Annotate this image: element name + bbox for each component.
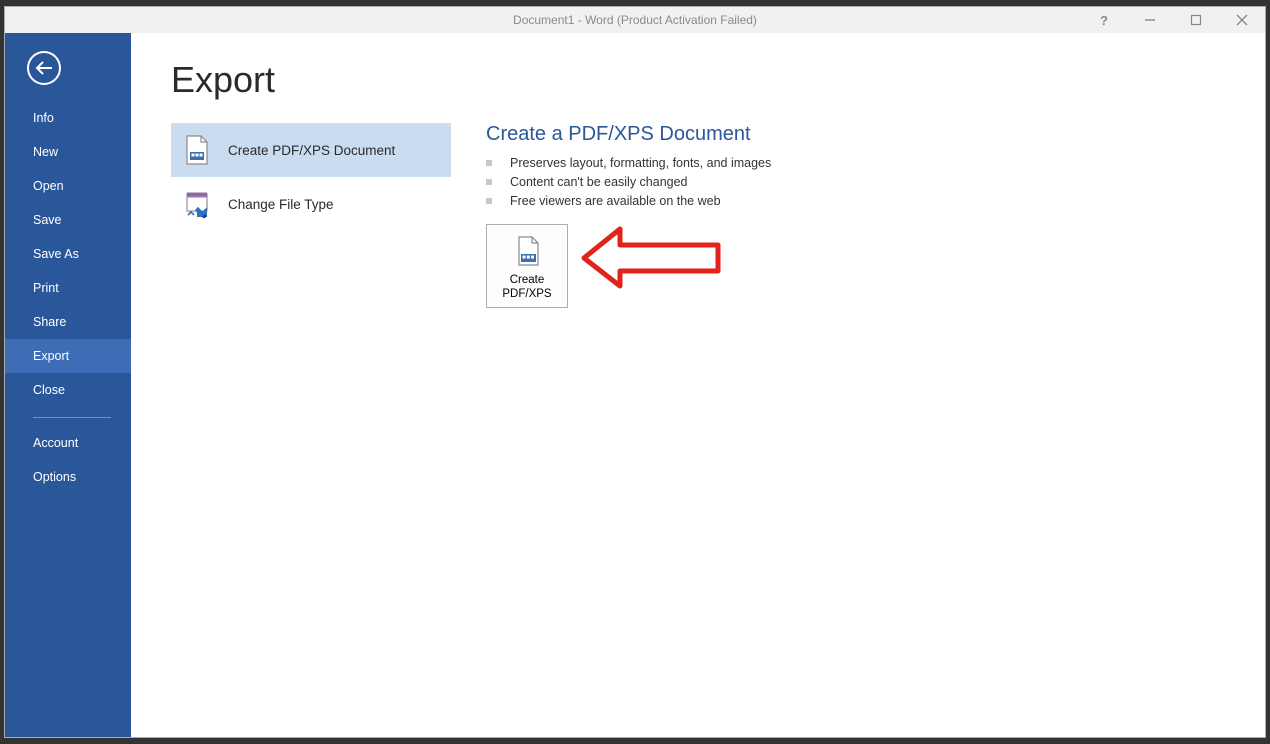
bullet-item: Content can't be easily changed (486, 175, 771, 189)
create-button-line1: Create (510, 273, 545, 287)
nav-separator (33, 417, 111, 418)
pdf-document-icon (181, 134, 213, 166)
window-controls: ? (1081, 7, 1265, 33)
window-title: Document1 - Word (Product Activation Fai… (5, 13, 1265, 27)
bullet-text: Preserves layout, formatting, fonts, and… (510, 156, 771, 170)
option-change-file-type[interactable]: Change File Type (171, 177, 451, 231)
export-options-list: Create PDF/XPS Document (171, 123, 451, 308)
minimize-button[interactable] (1127, 7, 1173, 33)
bullet-icon (486, 198, 492, 204)
nav-open[interactable]: Open (5, 169, 131, 203)
word-backstage-window: Document1 - Word (Product Activation Fai… (4, 6, 1266, 738)
nav-info[interactable]: Info (5, 101, 131, 135)
bullet-text: Free viewers are available on the web (510, 194, 721, 208)
pdf-export-icon (512, 235, 542, 267)
body-area: Info New Open Save Save As Print Share E… (5, 33, 1265, 737)
export-body-row: Create PDF/XPS Document (171, 123, 1225, 308)
close-button[interactable] (1219, 7, 1265, 33)
bullet-icon (486, 179, 492, 185)
nav-save[interactable]: Save (5, 203, 131, 237)
create-pdf-xps-button[interactable]: Create PDF/XPS (486, 224, 568, 308)
title-bar: Document1 - Word (Product Activation Fai… (5, 7, 1265, 33)
bullet-item: Free viewers are available on the web (486, 194, 771, 208)
nav-share[interactable]: Share (5, 305, 131, 339)
export-details: Create a PDF/XPS Document Preserves layo… (486, 123, 771, 308)
bullet-item: Preserves layout, formatting, fonts, and… (486, 156, 771, 170)
option-label: Create PDF/XPS Document (228, 143, 395, 158)
change-file-type-icon (181, 188, 213, 220)
attention-arrow-annotation (578, 223, 728, 293)
option-create-pdf-xps[interactable]: Create PDF/XPS Document (171, 123, 451, 177)
back-button[interactable] (27, 51, 61, 85)
nav-close[interactable]: Close (5, 373, 131, 407)
bullet-icon (486, 160, 492, 166)
nav-account[interactable]: Account (5, 426, 131, 460)
restore-button[interactable] (1173, 7, 1219, 33)
nav-save-as[interactable]: Save As (5, 237, 131, 271)
option-label: Change File Type (228, 197, 334, 212)
bullet-text: Content can't be easily changed (510, 175, 688, 189)
help-button[interactable]: ? (1081, 7, 1127, 33)
nav-export[interactable]: Export (5, 339, 131, 373)
nav-options[interactable]: Options (5, 460, 131, 494)
nav-print[interactable]: Print (5, 271, 131, 305)
page-title: Export (171, 59, 1225, 101)
export-page: Export (131, 33, 1265, 737)
backstage-sidebar: Info New Open Save Save As Print Share E… (5, 33, 131, 737)
details-heading: Create a PDF/XPS Document (486, 123, 771, 146)
create-button-line2: PDF/XPS (502, 287, 551, 301)
nav-new[interactable]: New (5, 135, 131, 169)
